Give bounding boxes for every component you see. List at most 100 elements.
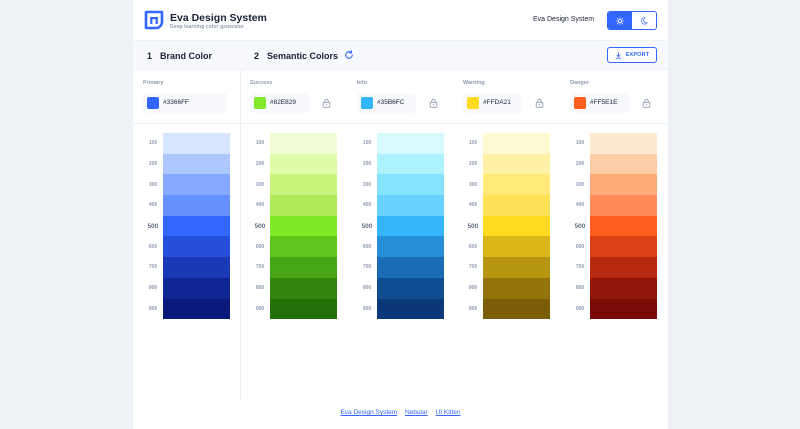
shade-label-300: 300 [362,181,372,188]
success-shade-400[interactable] [270,195,337,216]
success-shade-600[interactable] [270,236,337,258]
shade-label-400: 400 [148,202,158,209]
shade-label-300: 300 [148,181,158,188]
info-shade-800[interactable] [377,277,444,299]
info-shade-600[interactable] [377,236,444,258]
info-shade-300[interactable] [377,174,444,196]
section-divider [240,70,241,400]
success-shade-300[interactable] [270,174,337,196]
shade-label-500: 500 [467,222,479,230]
info-hex-input[interactable]: #35B6FC [357,93,416,113]
shade-label-800: 800 [575,285,585,292]
warning-shade-300[interactable] [483,174,550,196]
shade-label-400: 400 [468,202,478,209]
danger-hex-input[interactable]: #FF5E1E [570,93,629,113]
theme-toggle [607,11,657,30]
danger-shade-600[interactable] [590,236,657,258]
primary-shade-500[interactable] [163,215,230,237]
primary-swatch[interactable] [147,97,159,109]
success-shade-500[interactable] [270,215,337,237]
warning-lock-icon[interactable] [535,98,544,108]
primary-shade-100[interactable] [163,133,230,154]
primary-hex-value: #3366FF [163,99,190,106]
shade-label-300: 300 [468,181,478,188]
danger-shade-200[interactable] [590,153,657,175]
shade-label-600: 600 [362,243,372,250]
info-shade-700[interactable] [377,257,444,278]
success-swatch[interactable] [254,97,266,109]
info-shade-500[interactable] [377,215,444,237]
export-button[interactable]: EXPORT [607,47,657,63]
warning-shade-600[interactable] [483,236,550,258]
danger-lock-icon[interactable] [642,98,651,108]
eva-design-system-link[interactable]: Eva Design System [533,16,594,23]
shade-label-700: 700 [362,264,372,271]
sun-icon [616,16,624,25]
primary-shade-200[interactable] [163,153,230,175]
warning-shade-100[interactable] [483,133,550,154]
danger-shade-300[interactable] [590,174,657,196]
footer-link-nebular[interactable]: Nebular [405,409,428,416]
success-color-scale [270,133,337,320]
info-shade-900[interactable] [377,298,444,320]
success-shade-700[interactable] [270,257,337,278]
shade-label-900: 900 [362,305,372,312]
shade-label-700: 700 [148,264,158,271]
shade-label-300: 300 [255,181,265,188]
success-shade-200[interactable] [270,153,337,175]
success-shade-100[interactable] [270,133,337,154]
primary-color-scale [163,133,230,320]
primary-shade-400[interactable] [163,195,230,216]
info-swatch[interactable] [361,97,373,109]
primary-shade-800[interactable] [163,277,230,299]
shade-label-600: 600 [575,243,585,250]
danger-shade-800[interactable] [590,277,657,299]
warning-shade-700[interactable] [483,257,550,278]
shade-label-800: 800 [148,285,158,292]
danger-shade-400[interactable] [590,195,657,216]
success-lock-icon[interactable] [322,98,331,108]
primary-shade-700[interactable] [163,257,230,278]
primary-shade-300[interactable] [163,174,230,196]
info-label: Info [357,80,368,86]
warning-shade-500[interactable] [483,215,550,237]
warning-hex-input[interactable]: #FFDA21 [463,93,522,113]
semantic-section-title: Semantic Colors [267,51,339,61]
info-shade-200[interactable] [377,153,444,175]
shade-label-100: 100 [575,140,585,147]
warning-shade-900[interactable] [483,298,550,320]
footer-link-ui-kitten[interactable]: UI Kitten [436,409,461,416]
success-shade-900[interactable] [270,298,337,320]
primary-shade-900[interactable] [163,298,230,320]
info-lock-icon[interactable] [429,98,438,108]
app-title: Eva Design System [170,12,267,24]
danger-swatch[interactable] [574,97,586,109]
light-theme-button[interactable] [608,12,632,29]
warning-shade-800[interactable] [483,277,550,299]
dark-theme-button[interactable] [632,12,656,29]
shade-label-100: 100 [468,140,478,147]
warning-swatch[interactable] [467,97,479,109]
primary-shade-600[interactable] [163,236,230,258]
eva-logo-icon [144,10,164,30]
success-shade-800[interactable] [270,277,337,299]
info-shade-400[interactable] [377,195,444,216]
danger-shade-700[interactable] [590,257,657,278]
shade-label-200: 200 [148,161,158,168]
footer-link-eva[interactable]: Eva Design System [340,409,397,416]
success-hex-input[interactable]: #82E829 [250,93,309,113]
success-shade-labels: 100 200 300 400 500 600 700 800 900 [250,133,270,319]
danger-shade-500[interactable] [590,215,657,237]
primary-shade-labels: 100 200 300 400 500 600 700 800 900 [143,133,163,319]
footer: Eva Design System Nebular UI Kitten [133,409,668,416]
shade-label-300: 300 [575,181,585,188]
danger-shade-100[interactable] [590,133,657,154]
warning-shade-400[interactable] [483,195,550,216]
info-shade-100[interactable] [377,133,444,154]
success-label: Success [250,80,273,86]
primary-hex-input[interactable]: #3366FF [143,93,227,113]
danger-shade-900[interactable] [590,298,657,320]
refresh-icon[interactable] [344,50,354,60]
warning-shade-200[interactable] [483,153,550,175]
section-bar: 1 Brand Color 2 Semantic Colors [133,41,668,70]
